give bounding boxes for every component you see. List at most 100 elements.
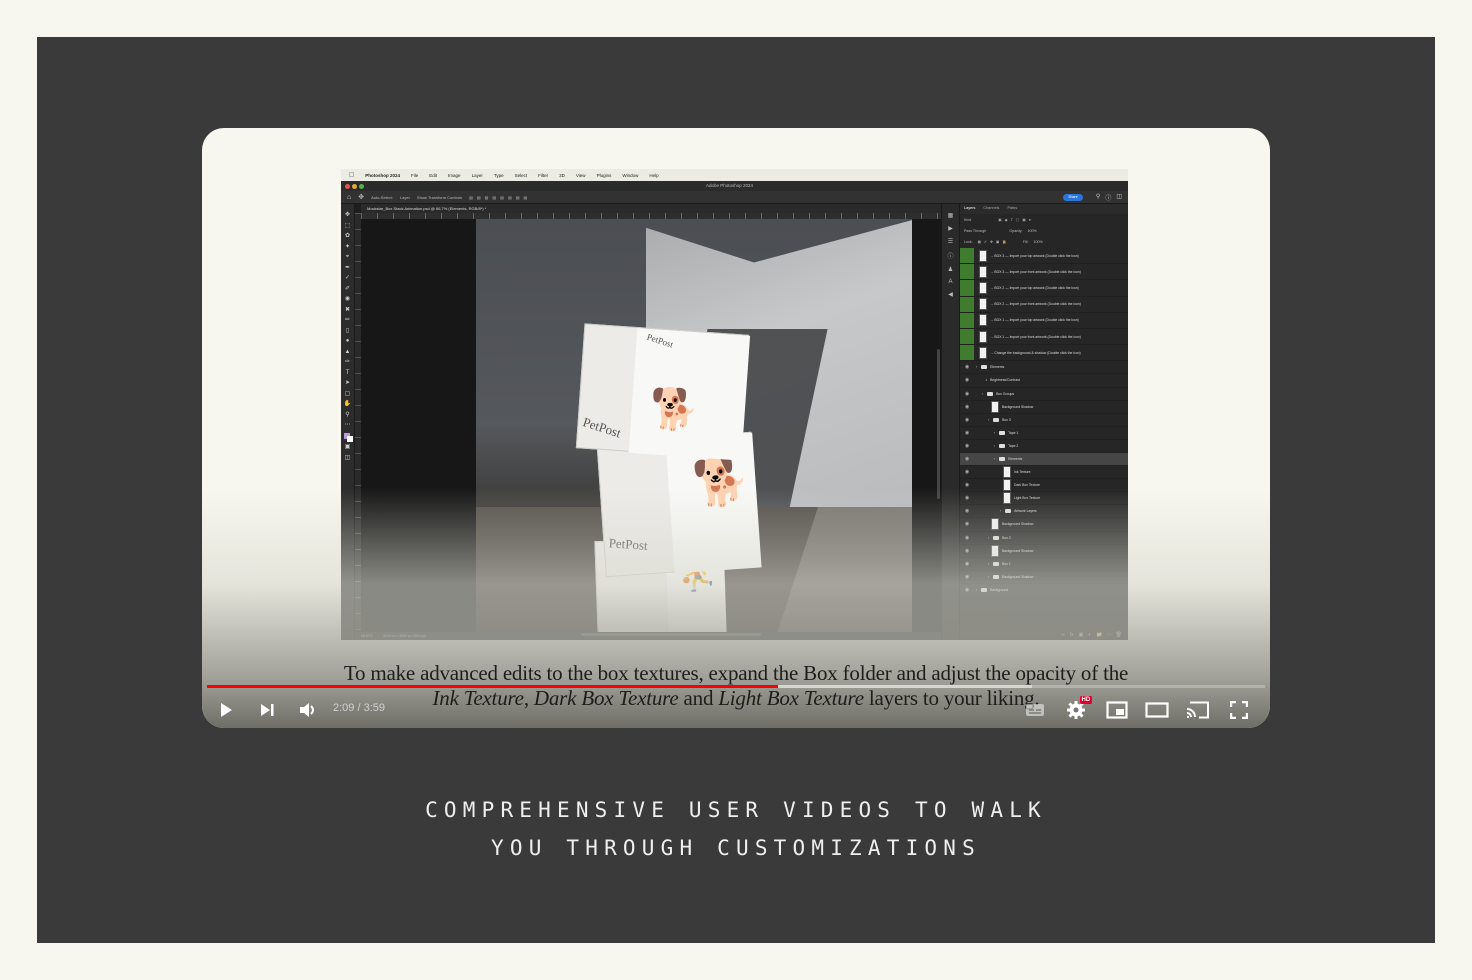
layer-name: Background Shadow — [1002, 404, 1034, 409]
adjustment-layer-icon: ◐ — [1088, 632, 1092, 638]
search-icon: ⚲ — [1095, 194, 1101, 200]
layer-row: ◉ Dark Box Texture — [960, 479, 1128, 493]
new-group-icon: 📁 — [1096, 632, 1103, 638]
align-icons: ▤▤▤▤▤▤▤▤ — [469, 194, 532, 200]
chevron-icon: › — [982, 391, 984, 396]
type-tool-icon: T — [345, 369, 350, 376]
menu-help: Help — [644, 172, 658, 178]
visibility-eye-icon: ◉ — [964, 521, 970, 528]
lock-icons: ▦✐✥▣🔒 — [977, 239, 1010, 244]
adjustment-icon: ◑ — [985, 378, 988, 383]
opacity-value: 100% — [1027, 228, 1037, 233]
layer-row: ◉ › Artwork Layers — [960, 505, 1128, 519]
layer-name: Box Groups — [996, 391, 1015, 396]
layer-name: Elements — [990, 365, 1005, 370]
lock-label: Lock: — [964, 239, 973, 244]
visibility-eye-icon: ◉ — [964, 456, 970, 463]
miniplayer-icon — [1106, 701, 1128, 719]
opacity-label: Opacity: — [1009, 228, 1023, 233]
marquee-tool-icon: ⬚ — [344, 222, 351, 229]
zoom-level: 66.67% — [361, 634, 373, 638]
fullscreen-button[interactable] — [1224, 696, 1254, 724]
layer-row: ◉ Light Box Texture — [960, 492, 1128, 506]
visibility-eye-icon: ◉ — [964, 469, 970, 476]
folder-icon — [993, 574, 1000, 579]
layer-thumbnail-icon — [979, 330, 987, 343]
fill-label: Fill: — [1022, 239, 1029, 244]
folder-icon — [981, 365, 988, 370]
visibility-eye-icon — [960, 345, 974, 361]
video-player[interactable]:  Photoshop 2024 File Edit Image Layer T… — [202, 128, 1270, 728]
document-tab: Mockstar_Box Stack Animation.psd @ 66.7%… — [361, 204, 941, 213]
layer-name: → BOX 1 — Import your top artwork (Doubl… — [990, 318, 1079, 323]
folder-icon — [999, 457, 1006, 462]
blend-mode: Pass Through — [964, 228, 987, 233]
visibility-eye-icon: ◉ — [964, 442, 970, 449]
volume-button[interactable] — [294, 696, 322, 724]
photoshop-window:  Photoshop 2024 File Edit Image Layer T… — [341, 169, 1128, 640]
layer-row: ◉ › Background — [960, 584, 1128, 597]
theater-mode-button[interactable] — [1142, 696, 1172, 724]
time-display: 2:09 / 3:59 — [333, 702, 385, 714]
delete-layer-icon: 🗑 — [1115, 632, 1122, 638]
zoom-tool-icon: ⚲ — [345, 411, 350, 418]
progress-played — [207, 685, 779, 688]
visibility-eye-icon — [960, 280, 974, 296]
next-button[interactable] — [253, 696, 281, 724]
layers-bottom-toolbar: ∞ fx ▣ ◐ 📁 □ 🗑 — [1061, 632, 1122, 638]
layer-thumbnail-icon — [979, 298, 987, 311]
folder-icon — [999, 430, 1006, 435]
layer-name: Artwork Layers — [1014, 509, 1037, 514]
visibility-eye-icon: ◉ — [964, 403, 970, 410]
cast-button[interactable] — [1183, 696, 1213, 724]
new-layer-icon: □ — [1107, 632, 1111, 638]
caption-separator: , — [523, 686, 534, 710]
miniplayer-button[interactable] — [1102, 696, 1132, 724]
layers-panel-tabs: Layers Channels Paths — [960, 204, 1128, 214]
layer-row: ◉ › Elements — [960, 452, 1128, 467]
layer-name: Background Shadow — [1002, 574, 1034, 579]
add-mask-icon: ▣ — [1078, 632, 1084, 638]
theater-mode-icon — [1145, 702, 1169, 718]
panel-icons-strip: ▦ ▶ ☰ ⓘ ♟ A ◀ — [941, 204, 959, 640]
auto-select-label: Auto-Select: — [371, 194, 393, 200]
tab-channels: Channels — [983, 206, 1000, 210]
layer-row: ◉ › Tape 2 — [960, 440, 1128, 453]
folder-icon — [987, 391, 994, 396]
healing-brush-icon: ✓ — [344, 275, 351, 281]
menu-edit: Edit — [424, 172, 437, 178]
box-top: PetPost PetPost 🐕 — [575, 323, 751, 461]
people-icon: ♟ — [947, 267, 954, 273]
options-bar: ⌂ ✥ Auto-Select: Layer Show Transform Co… — [341, 191, 1128, 204]
hand-tool-icon: ✋ — [343, 401, 352, 407]
box-brand-text: PetPost — [581, 414, 623, 441]
canvas-scrollbar-horizontal — [581, 633, 761, 636]
visibility-eye-icon — [960, 328, 974, 345]
hd-badge: HD — [1080, 696, 1092, 704]
folder-icon — [999, 443, 1006, 448]
layer-thumbnail-icon — [979, 346, 987, 359]
blur-tool-icon: ● — [345, 338, 350, 344]
layer-name: → BOX 3 — Import your top artwork (Doubl… — [990, 253, 1079, 258]
folder-icon — [993, 561, 1000, 566]
photoshop-titlebar: Adobe Photoshop 2024 — [341, 181, 1128, 191]
subtitles-button[interactable] — [1020, 696, 1050, 724]
maximize-window-icon — [359, 183, 364, 189]
layer-name: → BOX 3 — Import your front artwork (Dou… — [990, 269, 1081, 274]
visibility-eye-icon: ◉ — [964, 547, 970, 554]
progress-bar[interactable] — [207, 685, 1265, 688]
visibility-eye-icon — [960, 312, 974, 328]
layer-row: ◉ › Background Shadow — [960, 571, 1128, 584]
visibility-eye-icon: ◉ — [964, 508, 970, 515]
blend-mode-row: Pass Through Opacity: 100% — [960, 225, 1128, 236]
play-button[interactable] — [212, 696, 240, 724]
menu-window: Window — [617, 172, 638, 178]
layer-name: Box 3 — [1002, 417, 1011, 422]
brush-tool-icon: ✐ — [344, 285, 351, 292]
object-select-icon: ✦ — [344, 243, 351, 250]
layer-name: Ink Texture — [1014, 470, 1031, 475]
layer-name: Box 2 — [1002, 535, 1011, 540]
visibility-eye-icon: ◉ — [964, 429, 970, 436]
layer-name: Background Shadow — [1002, 548, 1034, 553]
menu-select: Select — [509, 172, 528, 178]
